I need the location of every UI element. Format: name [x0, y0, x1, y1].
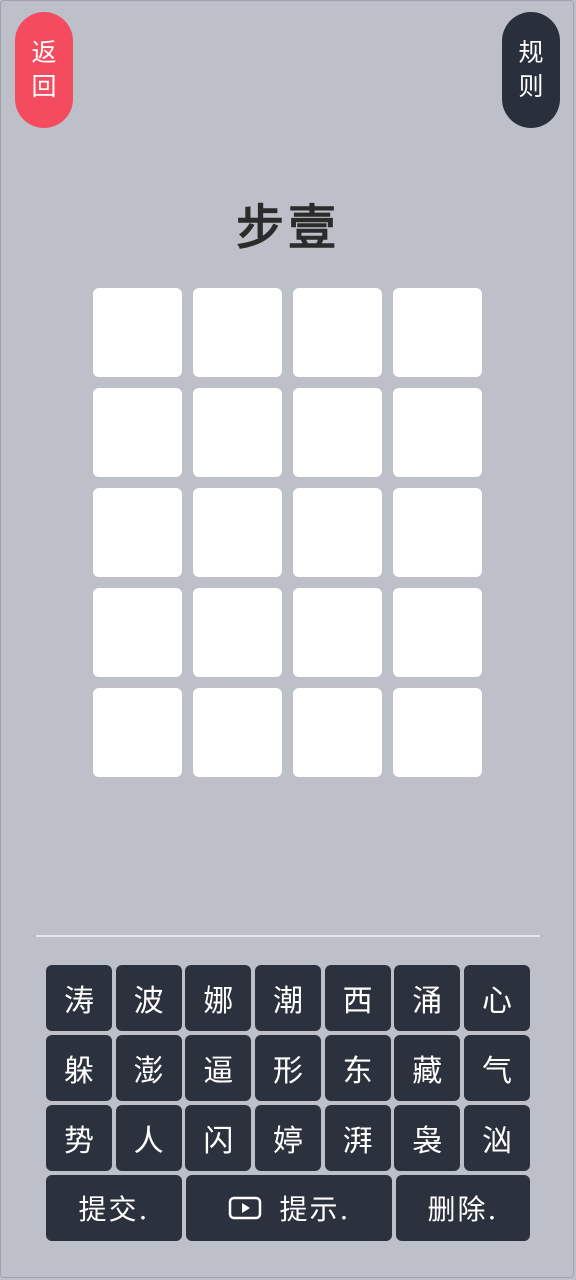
- character-key[interactable]: 涛: [46, 965, 112, 1031]
- answer-cell[interactable]: [393, 388, 482, 477]
- hint-button[interactable]: 提示.: [186, 1175, 392, 1241]
- answer-cell[interactable]: [93, 488, 182, 577]
- answer-cell[interactable]: [393, 488, 482, 577]
- rules-label-2: 则: [518, 72, 544, 101]
- character-keyboard: 涛波娜潮西涌心躲澎逼形东藏气势人闪婷湃袅汹 提交. 提示. 删除.: [46, 965, 530, 1241]
- character-key[interactable]: 汹: [463, 1105, 530, 1171]
- hint-label: 提示.: [279, 1193, 351, 1226]
- answer-cell[interactable]: [93, 688, 182, 777]
- answer-grid: [93, 288, 482, 777]
- character-key[interactable]: 势: [46, 1105, 112, 1171]
- answer-cell[interactable]: [393, 288, 482, 377]
- answer-cell[interactable]: [293, 388, 382, 477]
- character-key[interactable]: 闪: [185, 1105, 252, 1171]
- character-key[interactable]: 躲: [46, 1035, 112, 1101]
- character-key[interactable]: 逼: [185, 1035, 252, 1101]
- character-key[interactable]: 波: [115, 965, 182, 1031]
- video-play-icon: [228, 1196, 262, 1220]
- character-keys: 涛波娜潮西涌心躲澎逼形东藏气势人闪婷湃袅汹: [46, 965, 530, 1171]
- character-key[interactable]: 娜: [185, 965, 252, 1031]
- answer-cell[interactable]: [93, 588, 182, 677]
- answer-cell[interactable]: [193, 288, 282, 377]
- answer-cell[interactable]: [293, 488, 382, 577]
- answer-cell[interactable]: [193, 388, 282, 477]
- character-key[interactable]: 形: [254, 1035, 321, 1101]
- character-key[interactable]: 涌: [394, 965, 461, 1031]
- answer-cell[interactable]: [393, 588, 482, 677]
- answer-cell[interactable]: [293, 288, 382, 377]
- character-key[interactable]: 澎: [115, 1035, 182, 1101]
- submit-button[interactable]: 提交.: [46, 1175, 182, 1241]
- answer-cell[interactable]: [393, 688, 482, 777]
- back-button[interactable]: 返 回: [15, 12, 73, 128]
- back-label-2: 回: [31, 72, 57, 101]
- answer-cell[interactable]: [93, 388, 182, 477]
- level-title: 步壹: [235, 200, 340, 256]
- action-row: 提交. 提示. 删除.: [46, 1175, 530, 1241]
- answer-cell[interactable]: [193, 688, 282, 777]
- character-key[interactable]: 气: [463, 1035, 530, 1101]
- answer-cell[interactable]: [93, 288, 182, 377]
- character-key[interactable]: 人: [115, 1105, 182, 1171]
- answer-cell[interactable]: [193, 588, 282, 677]
- answer-cell[interactable]: [293, 688, 382, 777]
- rules-label-1: 规: [518, 38, 544, 67]
- delete-button[interactable]: 删除.: [396, 1175, 530, 1241]
- answer-cell[interactable]: [193, 488, 282, 577]
- submit-label: 提交.: [78, 1193, 150, 1226]
- divider: [36, 935, 540, 937]
- character-key[interactable]: 西: [324, 965, 391, 1031]
- character-key[interactable]: 婷: [254, 1105, 321, 1171]
- character-key[interactable]: 心: [463, 965, 530, 1031]
- delete-label: 删除.: [427, 1193, 499, 1226]
- character-key[interactable]: 藏: [394, 1035, 461, 1101]
- rules-button[interactable]: 规 则: [502, 12, 560, 128]
- answer-cell[interactable]: [293, 588, 382, 677]
- character-key[interactable]: 袅: [394, 1105, 461, 1171]
- character-key[interactable]: 东: [324, 1035, 391, 1101]
- character-key[interactable]: 湃: [324, 1105, 391, 1171]
- character-key[interactable]: 潮: [254, 965, 321, 1031]
- back-label-1: 返: [31, 38, 57, 67]
